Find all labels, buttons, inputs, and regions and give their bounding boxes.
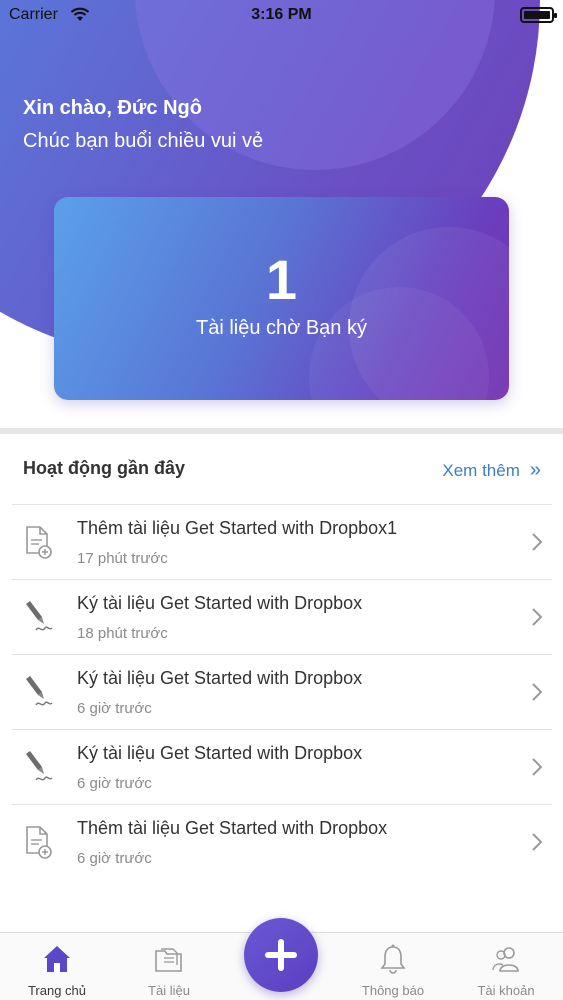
document-add-icon xyxy=(26,826,52,859)
activity-time: 6 giờ trước xyxy=(77,850,152,867)
greeting-subtitle: Chúc bạn buổi chiều vui vẻ xyxy=(23,130,264,152)
chevron-right-icon xyxy=(532,833,543,851)
status-bar: Carrier 3:16 PM xyxy=(0,0,563,30)
activity-title: Thêm tài liệu Get Started with Dropbox xyxy=(77,818,388,838)
activity-time: 17 phút trước xyxy=(77,550,168,567)
activity-time: 6 giờ trước xyxy=(77,700,152,717)
activity-title: Thêm tài liệu Get Started with Dropbox1 xyxy=(77,518,398,538)
activity-item[interactable]: Ký tài liệu Get Started with Dropbox 18 … xyxy=(12,579,552,654)
activity-title: Ký tài liệu Get Started with Dropbox xyxy=(77,668,363,688)
activity-title: Ký tài liệu Get Started with Dropbox xyxy=(77,743,363,763)
document-add-icon xyxy=(26,526,52,559)
pen-sign-icon xyxy=(26,751,53,781)
recent-activity-header: Hoạt động gần đây Xem thêm » xyxy=(0,434,563,504)
double-chevron-right-icon: » xyxy=(529,459,541,481)
activity-item[interactable]: Thêm tài liệu Get Started with Dropbox 6… xyxy=(12,804,552,879)
add-document-button[interactable] xyxy=(244,918,318,992)
users-icon xyxy=(492,947,519,972)
activity-time: 18 phút trước xyxy=(77,625,168,642)
pending-label: Tài liệu chờ Bạn ký xyxy=(196,317,367,339)
pending-documents-card[interactable]: 1 Tài liệu chờ Bạn ký xyxy=(54,197,509,400)
tab-account[interactable]: Tài khoản xyxy=(456,933,556,1000)
tab-label: Tài khoản xyxy=(477,983,535,998)
tab-home[interactable]: Trang chủ xyxy=(7,933,107,1000)
pending-count: 1 xyxy=(265,248,298,311)
greeting: Xin chào, Đức Ngô Chúc bạn buổi chiều vu… xyxy=(23,97,263,153)
bell-icon xyxy=(380,944,406,974)
folder-icon xyxy=(155,948,182,972)
activity-item[interactable]: Ký tài liệu Get Started with Dropbox 6 g… xyxy=(12,654,552,729)
tab-documents[interactable]: Tài liệu xyxy=(119,933,219,1000)
pen-sign-icon xyxy=(26,676,53,706)
activity-list: Thêm tài liệu Get Started with Dropbox1 … xyxy=(12,504,552,879)
tab-label: Thông báo xyxy=(361,983,425,998)
tab-notifications[interactable]: Thông báo xyxy=(343,933,443,1000)
battery-icon xyxy=(520,7,557,23)
activity-title: Ký tài liệu Get Started with Dropbox xyxy=(77,593,363,613)
recent-activity-title: Hoạt động gần đây xyxy=(23,458,185,478)
see-more-link[interactable]: Xem thêm » xyxy=(442,459,541,482)
greeting-name: Xin chào, Đức Ngô xyxy=(23,97,202,119)
activity-time: 6 giờ trước xyxy=(77,775,152,792)
pen-sign-icon xyxy=(26,601,53,631)
tab-label: Tài liệu xyxy=(148,983,190,998)
see-more-label: Xem thêm xyxy=(442,460,520,480)
chevron-right-icon xyxy=(532,683,543,701)
tab-label: Trang chủ xyxy=(27,983,87,998)
activity-item[interactable]: Thêm tài liệu Get Started with Dropbox1 … xyxy=(12,504,552,579)
chevron-right-icon xyxy=(532,608,543,626)
chevron-right-icon xyxy=(532,533,543,551)
home-icon xyxy=(44,946,70,972)
chevron-right-icon xyxy=(532,758,543,776)
activity-item[interactable]: Ký tài liệu Get Started with Dropbox 6 g… xyxy=(12,729,552,804)
status-time: 3:16 PM xyxy=(251,6,312,23)
